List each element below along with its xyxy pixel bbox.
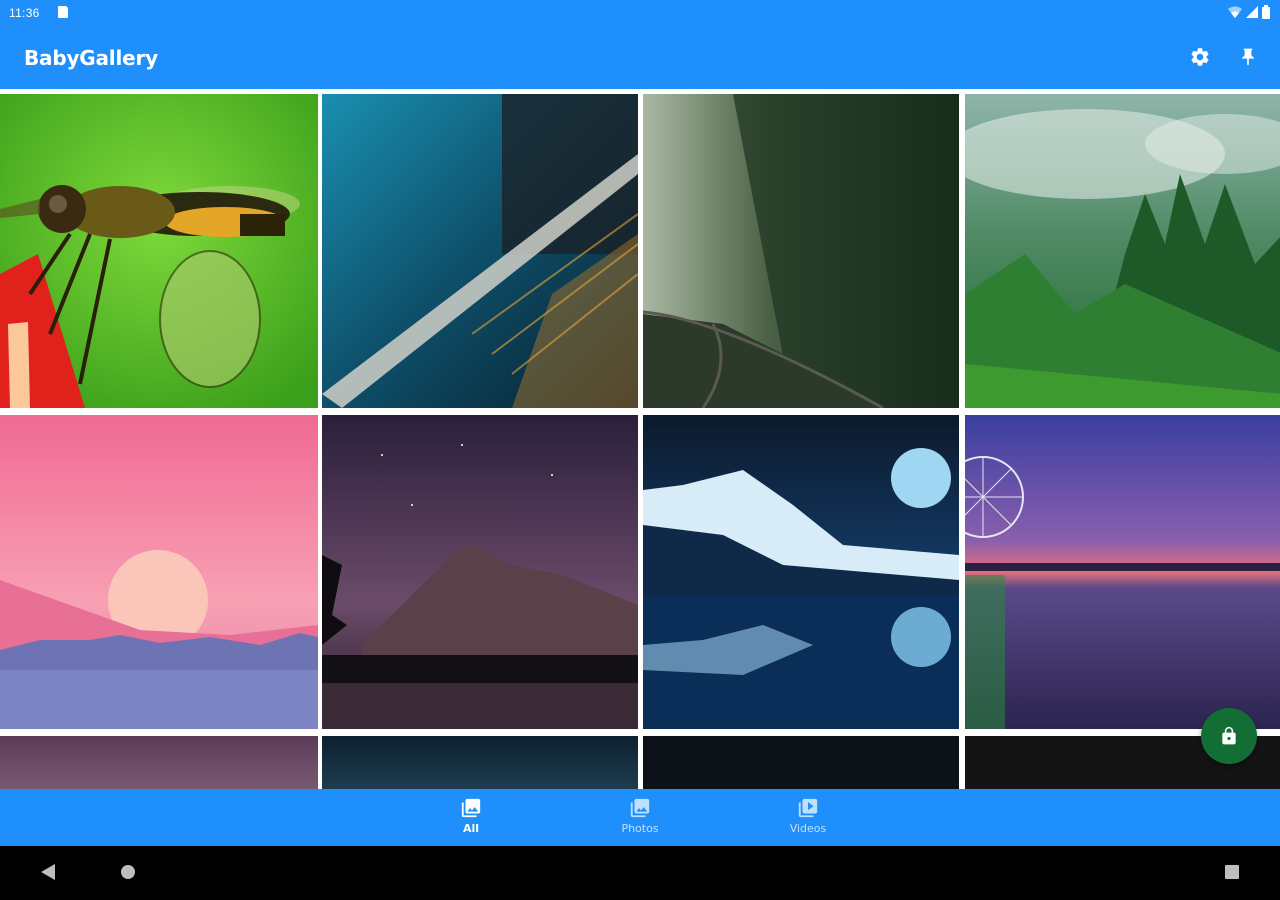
all-media-icon <box>459 797 483 819</box>
recents-button[interactable] <box>1224 863 1240 886</box>
media-tile-partial[interactable] <box>643 736 959 789</box>
tab-all[interactable]: All <box>431 797 511 841</box>
sd-card-icon <box>58 6 68 18</box>
media-tile-moon-mountain-lake[interactable] <box>643 415 961 729</box>
moon-mountain-lake-thumbnail <box>643 415 959 729</box>
pink-sunset-thumbnail <box>0 415 318 729</box>
back-button[interactable] <box>40 863 56 886</box>
pin-button[interactable] <box>1232 41 1264 73</box>
pin-icon <box>1242 48 1254 66</box>
signal-icon <box>1246 6 1258 18</box>
misty-forest-thumbnail <box>965 94 1280 408</box>
tab-photos[interactable]: Photos <box>600 797 680 841</box>
photos-icon <box>628 797 652 819</box>
status-time: 11:36 <box>9 6 40 20</box>
videos-icon <box>796 797 820 819</box>
media-tile-foggy-railway[interactable] <box>643 94 961 408</box>
status-icons <box>1228 5 1270 19</box>
lock-fab-button[interactable] <box>1201 708 1257 764</box>
media-tile-blue-texture[interactable] <box>322 94 640 408</box>
tab-videos[interactable]: Videos <box>768 797 848 841</box>
media-grid <box>0 89 1280 789</box>
home-button[interactable] <box>120 863 136 886</box>
mountain-night-thumbnail <box>322 415 638 729</box>
tab-videos-label: Videos <box>789 822 827 835</box>
media-tile-partial[interactable] <box>0 736 318 789</box>
tab-photos-label: Photos <box>621 822 659 835</box>
foggy-railway-thumbnail <box>643 94 959 408</box>
media-tile-pink-sunset[interactable] <box>0 415 318 729</box>
ferris-wheel-lake-thumbnail <box>965 415 1280 729</box>
media-tile-misty-forest[interactable] <box>965 94 1280 408</box>
lock-icon <box>1222 726 1236 745</box>
status-bar: 11:36 <box>0 0 1280 26</box>
bottom-navigation: All Photos Videos <box>0 789 1280 846</box>
recents-icon <box>1225 865 1239 879</box>
app-title: BabyGallery <box>24 46 158 70</box>
back-icon <box>41 864 55 880</box>
media-tile-ferris-wheel-lake[interactable] <box>965 415 1280 729</box>
settings-icon <box>1191 48 1209 66</box>
wifi-icon <box>1228 6 1242 18</box>
dragonfly-thumbnail <box>0 94 318 408</box>
tab-all-label: All <box>462 822 480 835</box>
media-tile-mountain-night[interactable] <box>322 415 640 729</box>
blue-texture-thumbnail <box>322 94 639 408</box>
app-bar: BabyGallery <box>0 26 1280 89</box>
media-tile-partial[interactable] <box>322 736 638 789</box>
system-navigation-bar <box>0 846 1280 900</box>
media-tile-dragonfly[interactable] <box>0 94 318 408</box>
settings-button[interactable] <box>1184 41 1216 73</box>
battery-icon <box>1262 5 1270 19</box>
home-icon <box>121 865 135 879</box>
